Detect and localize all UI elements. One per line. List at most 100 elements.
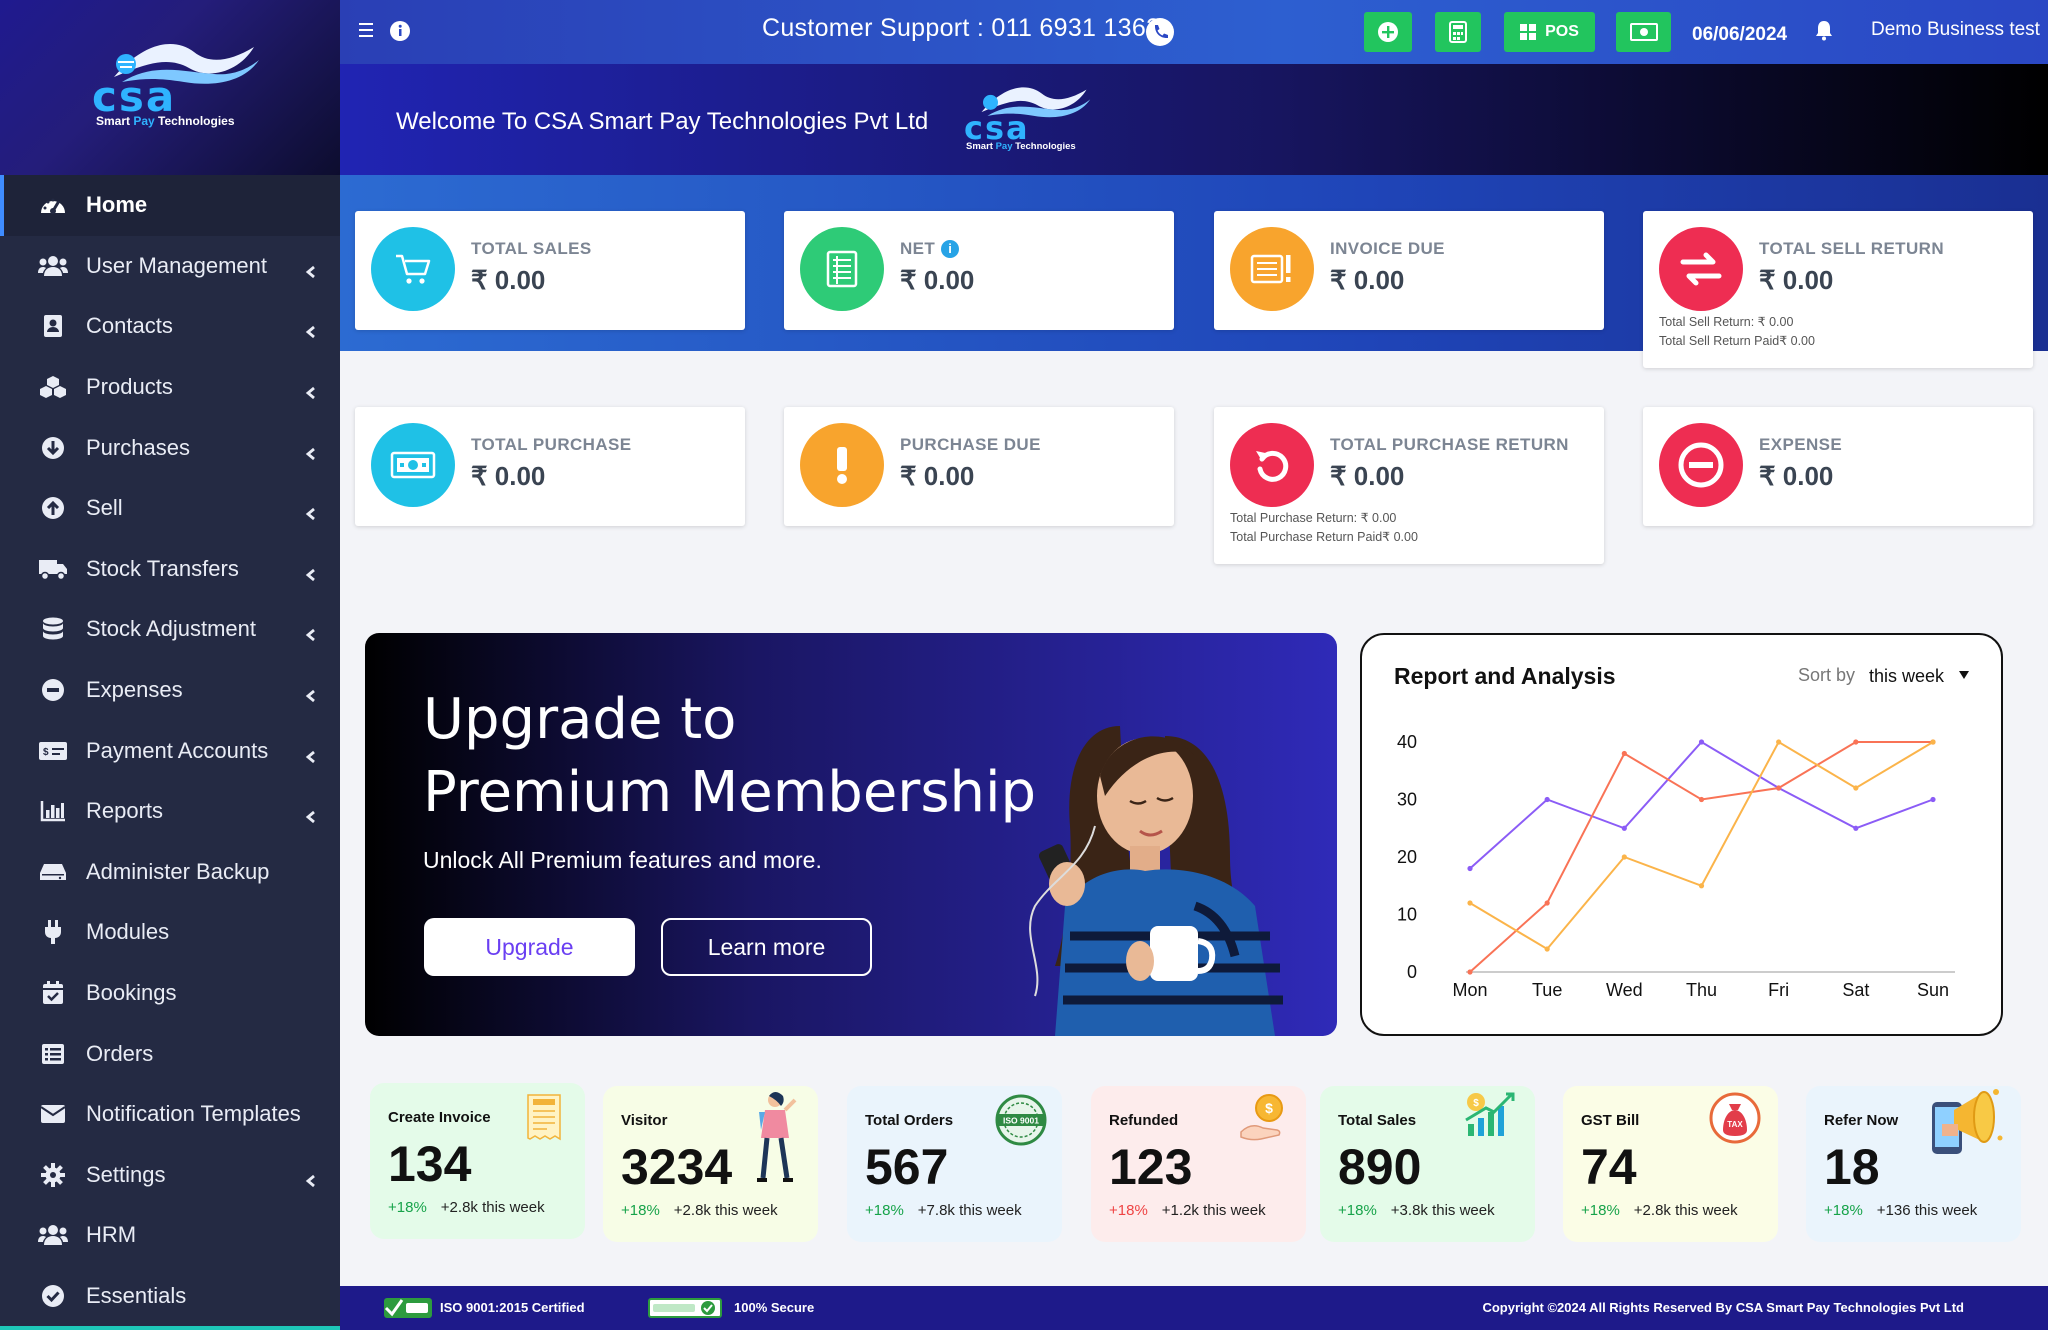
brand-logo[interactable]: csa Smart Pay Technologies: [90, 30, 260, 135]
megaphone-icon: [1926, 1080, 2006, 1165]
hamburger-menu-icon[interactable]: [358, 21, 376, 41]
pos-label: POS: [1545, 23, 1579, 40]
mini-card-refer-now[interactable]: Refer Now 18 +18% +136 this week: [1806, 1086, 2021, 1242]
money-check-icon: $: [38, 738, 68, 764]
series-point: [1621, 825, 1627, 831]
sidebar-item-label: Stock Transfers: [86, 555, 239, 581]
iso-badge-icon: [384, 1298, 432, 1318]
sidebar-item-bookings[interactable]: Bookings: [0, 963, 340, 1024]
net-card[interactable]: NET i ₹ 0.00: [784, 211, 1174, 330]
cash-button[interactable]: [1616, 12, 1671, 52]
mini-card-title: Refer Now: [1824, 1112, 1899, 1129]
woman-with-phone-illustration: [1029, 726, 1283, 1036]
sidebar-item-payment-accounts[interactable]: $ Payment Accounts: [0, 720, 340, 781]
series-point: [1544, 900, 1550, 906]
mini-card-percent: +18%: [1824, 1202, 1863, 1219]
mini-card-refunded[interactable]: Refunded 123 +18% +1.2k this week $: [1091, 1086, 1306, 1242]
series-point: [1853, 739, 1859, 745]
sidebar-item-purchases[interactable]: Purchases: [0, 417, 340, 478]
arrow-circle-up-icon: [38, 495, 68, 521]
chevron-left-icon: [304, 1168, 318, 1187]
minus-circle-icon: [38, 677, 68, 703]
welcome-logo: csa Smart Pay Technologies: [962, 78, 1092, 168]
sidebar-item-label: Sell: [86, 495, 123, 521]
series-point: [1930, 739, 1936, 745]
total-sell-return-card[interactable]: TOTAL SELL RETURN ₹ 0.00 Total Sell Retu…: [1643, 211, 2033, 368]
sidebar-item-user-management[interactable]: User Management: [0, 236, 340, 297]
welcome-banner: Welcome To CSA Smart Pay Technologies Pv…: [340, 64, 2048, 175]
phone-icon[interactable]: [1146, 18, 1174, 46]
sidebar-item-sell[interactable]: Sell: [0, 478, 340, 539]
check-circle-icon: [38, 1283, 68, 1309]
upgrade-button[interactable]: Upgrade: [424, 918, 635, 976]
bell-icon[interactable]: [1814, 19, 1834, 41]
iso-certified-text: ISO 9001:2015 Certified: [440, 1300, 585, 1315]
cart-icon: [371, 227, 455, 311]
users-icon: [38, 1222, 68, 1248]
series-point: [1544, 946, 1550, 952]
total-purchase-return-card[interactable]: TOTAL PURCHASE RETURN ₹ 0.00 Total Purch…: [1214, 407, 1604, 564]
calculator-button[interactable]: [1435, 12, 1481, 52]
stat-sub-total: Total Sell Return: ₹ 0.00: [1659, 315, 1794, 329]
expense-card[interactable]: EXPENSE ₹ 0.00: [1643, 407, 2033, 526]
pos-button[interactable]: POS: [1504, 12, 1595, 52]
sidebar-item-notification-templates[interactable]: Notification Templates: [0, 1084, 340, 1145]
sidebar-item-stock-adjustment[interactable]: Stock Adjustment: [0, 599, 340, 660]
sidebar-item-label: Home: [86, 192, 148, 218]
mini-card-percent: +18%: [388, 1199, 427, 1216]
mini-card-value: 567: [865, 1139, 949, 1195]
purchase-due-card[interactable]: PURCHASE DUE ₹ 0.00: [784, 407, 1174, 526]
sidebar-item-stock-transfers[interactable]: Stock Transfers: [0, 539, 340, 600]
mini-card-total-sales[interactable]: Total Sales 890 +18% +3.8k this week $: [1320, 1086, 1535, 1242]
total-purchase-card[interactable]: TOTAL PURCHASE ₹ 0.00: [355, 407, 745, 526]
visitor-icon: [751, 1090, 801, 1195]
mini-card-gst-bill[interactable]: GST Bill 74 +18% +2.8k this week TAX: [1563, 1086, 1778, 1242]
mini-card-week: +2.8k this week: [673, 1202, 778, 1219]
x-tick-label: Mon: [1452, 980, 1487, 1000]
sidebar-item-label: Modules: [86, 919, 170, 945]
stat-value: ₹ 0.00: [1330, 461, 1405, 491]
learn-more-button[interactable]: Learn more: [661, 918, 872, 976]
series-point: [1698, 883, 1705, 889]
series-point: [1467, 969, 1473, 975]
sidebar-item-home[interactable]: Home: [0, 175, 340, 236]
sidebar-item-contacts[interactable]: Contacts: [0, 296, 340, 357]
chevron-left-icon: [304, 622, 318, 642]
total-sales-card[interactable]: TOTAL SALES ₹ 0.00: [355, 211, 745, 330]
sidebar-item-administer-backup[interactable]: Administer Backup: [0, 842, 340, 903]
mini-card-footer: +18% +2.8k this week: [388, 1199, 545, 1216]
series-point: [1853, 825, 1859, 831]
sidebar-item-essentials[interactable]: Essentials: [0, 1266, 340, 1327]
add-button[interactable]: [1364, 12, 1412, 52]
series-point: [1776, 739, 1782, 745]
sidebar-bottom-accent: [0, 1326, 340, 1330]
sidebar-item-products[interactable]: Products: [0, 357, 340, 418]
mini-card-create-invoice[interactable]: Create Invoice 134 +18% +2.8k this week: [370, 1083, 585, 1239]
stat-value: ₹ 0.00: [900, 461, 975, 491]
premium-title: Upgrade to Premium Membership: [423, 687, 1037, 825]
sidebar-item-modules[interactable]: Modules: [0, 902, 340, 963]
info-icon[interactable]: [389, 20, 411, 42]
stat-label: TOTAL PURCHASE: [471, 435, 632, 454]
user-menu[interactable]: Demo Business test: [1871, 19, 2040, 41]
info-icon[interactable]: i: [941, 240, 960, 258]
minus-circle-icon: [1659, 423, 1743, 507]
sidebar-item-expenses[interactable]: Expenses: [0, 660, 340, 721]
sidebar-item-orders[interactable]: Orders: [0, 1023, 340, 1084]
chevron-left-icon: [304, 380, 318, 400]
mini-card-visitor[interactable]: Visitor 3234 +18% +2.8k this week: [603, 1086, 818, 1242]
x-tick-label: Wed: [1606, 980, 1643, 1000]
sidebar-item-reports[interactable]: Reports: [0, 781, 340, 842]
secure-text: 100% Secure: [734, 1300, 815, 1315]
mini-card-total-orders[interactable]: Total Orders 567 +18% +7.8k this week ISO 90…: [847, 1086, 1062, 1242]
series-point: [1544, 796, 1550, 803]
mini-card-value: 123: [1109, 1139, 1193, 1195]
invoice-due-card[interactable]: INVOICE DUE ₹ 0.00: [1214, 211, 1604, 330]
secure-badge-icon: [648, 1298, 722, 1318]
series-line-2: [1469, 740, 1934, 951]
sidebar-item-label: Bookings: [86, 980, 177, 1006]
current-date: 06/06/2024: [1692, 24, 1788, 45]
sidebar-item-settings[interactable]: Settings: [0, 1145, 340, 1206]
sidebar-item-hrm[interactable]: HRM: [0, 1205, 340, 1266]
mini-card-footer: +18% +2.8k this week: [621, 1202, 778, 1219]
